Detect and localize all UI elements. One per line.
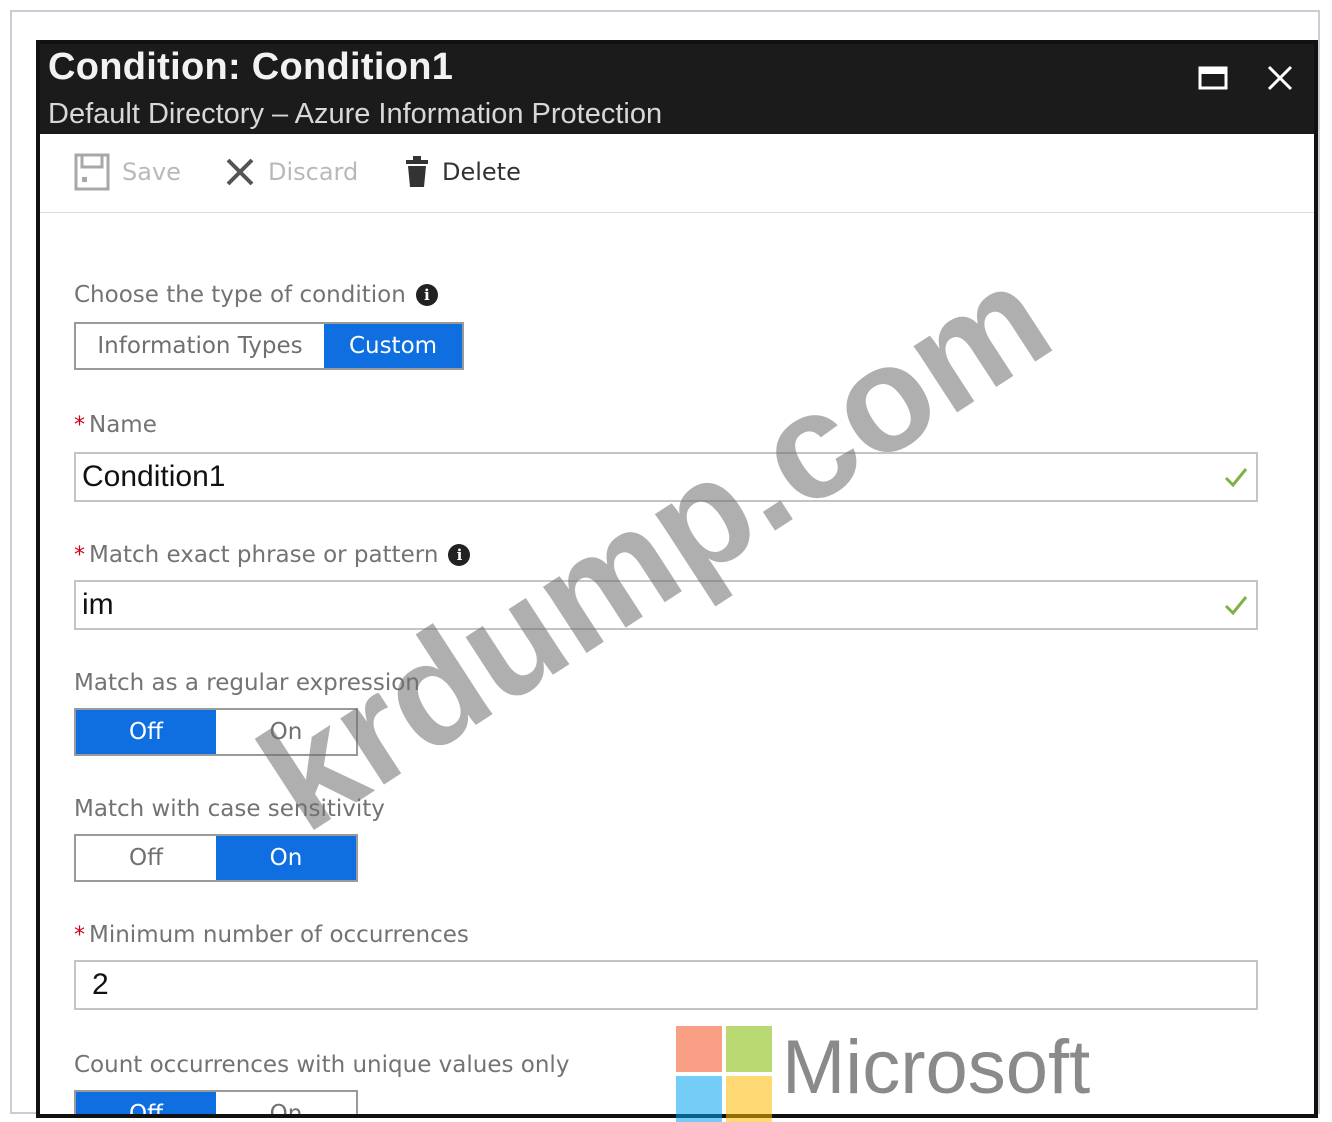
delete-button[interactable]: Delete — [404, 152, 521, 192]
option-information-types[interactable]: Information Types — [76, 324, 324, 368]
name-input[interactable]: Condition1 — [74, 452, 1258, 502]
case-sensitivity-label: Match with case sensitivity — [74, 796, 385, 822]
pattern-label: * Match exact phrase or pattern i — [74, 542, 471, 568]
required-marker: * — [74, 923, 85, 948]
required-marker: * — [74, 543, 85, 568]
logo-square-red — [676, 1026, 722, 1072]
discard-button[interactable]: Discard — [224, 152, 358, 192]
blade-header: Condition: Condition1 Default Directory … — [40, 44, 1314, 134]
unique-values-toggle: Off On — [74, 1090, 358, 1114]
condition-type-selector: Information Types Custom — [74, 322, 464, 370]
save-icon — [74, 153, 110, 191]
save-label: Save — [122, 158, 181, 186]
logo-square-blue — [676, 1076, 722, 1122]
unique-on-option[interactable]: On — [216, 1092, 356, 1114]
info-icon[interactable]: i — [415, 284, 438, 306]
case-on-option[interactable]: On — [216, 836, 356, 880]
min-occurrences-label-text: Minimum number of occurrences — [89, 922, 469, 948]
logo-square-yellow — [726, 1076, 772, 1122]
delete-icon — [406, 156, 428, 187]
regex-off-option[interactable]: Off — [76, 710, 216, 754]
regex-toggle: Off On — [74, 708, 358, 756]
close-button[interactable] — [1260, 58, 1300, 98]
required-marker: * — [74, 413, 85, 438]
option-custom[interactable]: Custom — [324, 324, 462, 368]
command-bar: Save Discard Delete — [40, 134, 1314, 213]
discard-icon — [226, 158, 254, 186]
microsoft-logo — [676, 1026, 772, 1122]
pattern-input[interactable]: im — [74, 580, 1258, 630]
min-occurrences-input[interactable]: 2 — [74, 960, 1258, 1010]
min-occurrences-label: * Minimum number of occurrences — [74, 922, 469, 948]
unique-off-option[interactable]: Off — [76, 1092, 216, 1114]
delete-label: Delete — [442, 158, 521, 186]
info-icon[interactable]: i — [448, 544, 471, 566]
name-label-text: Name — [89, 412, 157, 438]
pattern-label-text: Match exact phrase or pattern — [89, 542, 439, 568]
case-sensitivity-toggle: Off On — [74, 834, 358, 882]
check-icon — [1224, 596, 1248, 616]
pattern-input-value: im — [82, 588, 114, 621]
close-icon — [1267, 65, 1293, 91]
discard-label: Discard — [268, 158, 359, 186]
condition-blade: Condition: Condition1 Default Directory … — [36, 40, 1318, 1118]
form-body: Choose the type of condition i Informati… — [74, 212, 1258, 1114]
maximize-button[interactable] — [1194, 58, 1234, 98]
logo-square-green — [726, 1026, 772, 1072]
case-off-option[interactable]: Off — [76, 836, 216, 880]
unique-values-label: Count occurrences with unique values onl… — [74, 1052, 570, 1078]
blade-subtitle: Default Directory – Azure Information Pr… — [48, 98, 663, 130]
check-icon — [1224, 468, 1248, 488]
name-label: * Name — [74, 412, 157, 438]
min-occurrences-value: 2 — [92, 968, 109, 1001]
regex-on-option[interactable]: On — [216, 710, 356, 754]
regex-label: Match as a regular expression — [74, 670, 420, 696]
microsoft-wordmark: Microsoft — [782, 1025, 1091, 1110]
condition-type-label: Choose the type of condition i — [74, 282, 438, 308]
maximize-icon — [1198, 66, 1228, 90]
save-button[interactable]: Save — [74, 152, 181, 192]
blade-title: Condition: Condition1 — [48, 46, 454, 88]
name-input-value: Condition1 — [82, 460, 226, 493]
condition-type-label-text: Choose the type of condition — [74, 282, 406, 308]
